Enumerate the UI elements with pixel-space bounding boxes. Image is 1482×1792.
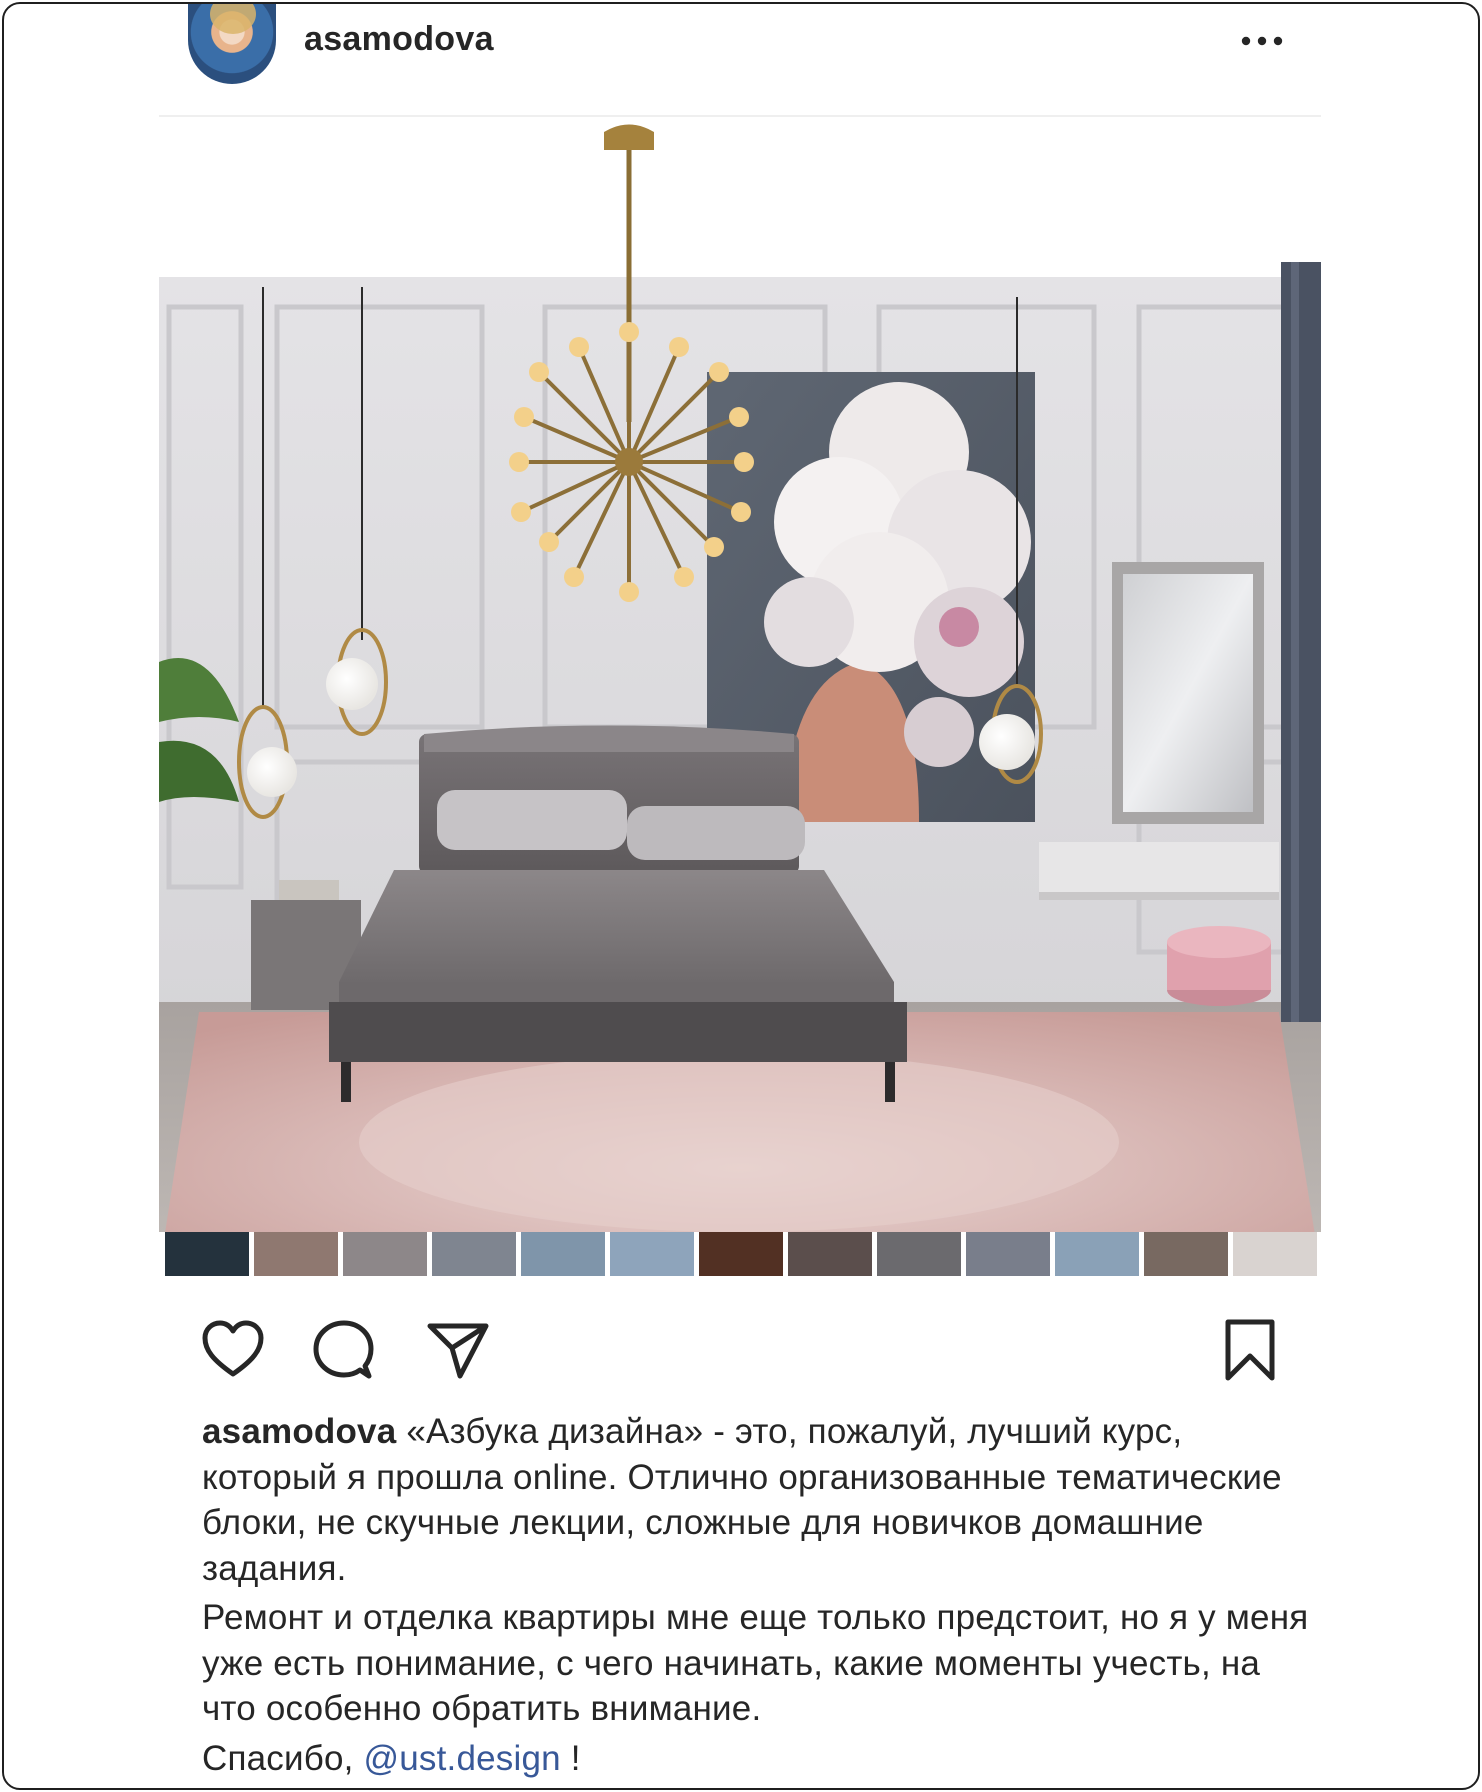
comment-icon[interactable] [309, 1316, 377, 1384]
post-caption: asamodova «Азбука дизайна» - это, пожалу… [202, 1409, 1312, 1781]
caption-paragraph-1: asamodova «Азбука дизайна» - это, пожалу… [202, 1409, 1312, 1591]
caption-paragraph-3: Спасибо, @ust.design ! [202, 1736, 1312, 1782]
palette-swatch [254, 1232, 338, 1276]
post-image[interactable] [159, 122, 1321, 1276]
post-frame: asamodova asamodova «Азбука дизайна» - э… [2, 2, 1480, 1790]
palette-swatch [788, 1232, 872, 1276]
mention-link[interactable]: @ust.design [364, 1739, 561, 1778]
avatar[interactable] [188, 4, 276, 84]
palette-swatch [699, 1232, 783, 1276]
more-horizontal-icon[interactable] [1238, 26, 1286, 56]
header-divider [159, 115, 1321, 117]
palette-swatch [610, 1232, 694, 1276]
palette-swatch [521, 1232, 605, 1276]
color-palette [159, 1232, 1321, 1276]
caption-paragraph-2: Ремонт и отделка квартиры мне еще только… [202, 1598, 1309, 1728]
bookmark-icon[interactable] [1216, 1316, 1284, 1384]
caption-thanks: Спасибо, [202, 1738, 364, 1778]
post-header: asamodova [185, 4, 1323, 114]
palette-swatch [966, 1232, 1050, 1276]
send-icon[interactable] [424, 1316, 492, 1384]
palette-swatch [1055, 1232, 1139, 1276]
palette-swatch [1144, 1232, 1228, 1276]
palette-swatch [432, 1232, 516, 1276]
palette-swatch [343, 1232, 427, 1276]
palette-swatch [1233, 1232, 1317, 1276]
heart-icon[interactable] [199, 1316, 267, 1384]
caption-username[interactable]: asamodova [202, 1412, 396, 1451]
post-username[interactable]: asamodova [304, 20, 494, 59]
caption-end: ! [560, 1738, 581, 1778]
palette-swatch [877, 1232, 961, 1276]
post-actions [159, 1304, 1321, 1384]
palette-swatch [165, 1232, 249, 1276]
